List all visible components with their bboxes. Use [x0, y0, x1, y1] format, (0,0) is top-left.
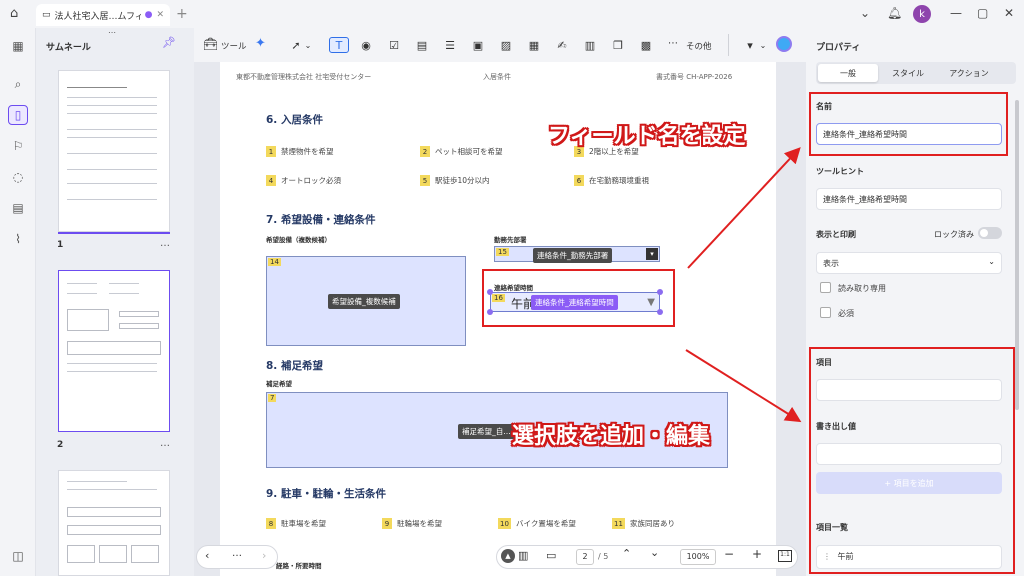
- annotation-box-name: [809, 92, 1008, 156]
- nav-more-button[interactable]: …: [232, 548, 242, 559]
- locked-toggle[interactable]: [978, 227, 1002, 239]
- zoom-out-icon[interactable]: −: [724, 547, 734, 561]
- display-select[interactable]: 表示 ⌄: [816, 252, 1002, 274]
- fit-page-icon[interactable]: 1:1: [778, 550, 792, 562]
- page-total: / 5: [598, 552, 609, 561]
- readonly-label: 読み取り専用: [838, 284, 886, 293]
- properties-scrollbar[interactable]: [1015, 100, 1019, 410]
- properties-title: プロパティ: [816, 43, 861, 53]
- tab-general[interactable]: 一般: [818, 64, 878, 82]
- required-label: 必須: [838, 309, 854, 318]
- locked-label: ロック済み: [934, 230, 974, 239]
- display-value: 表示: [823, 259, 839, 268]
- page-down-icon[interactable]: ⌄: [650, 546, 659, 559]
- tab-action[interactable]: アクション: [938, 64, 1000, 82]
- presentation-icon[interactable]: ▭: [546, 549, 556, 562]
- next-page-icon[interactable]: ›: [262, 549, 266, 562]
- tab-style[interactable]: スタイル: [878, 64, 938, 82]
- tooltip-label: ツールヒント: [816, 167, 864, 176]
- page-up-icon[interactable]: ⌃: [622, 547, 631, 560]
- page-number-input[interactable]: 2: [576, 549, 594, 565]
- chevron-down-icon: ⌄: [988, 257, 995, 266]
- display-print-label: 表示と印刷: [816, 230, 856, 239]
- arrow-to-items-section: [685, 349, 802, 423]
- arrow-to-name-field: [687, 147, 801, 269]
- required-checkbox[interactable]: [820, 307, 831, 318]
- prev-page-icon[interactable]: ‹: [205, 549, 209, 562]
- readonly-checkbox[interactable]: [820, 282, 831, 293]
- page-layout-icon[interactable]: ▥: [518, 549, 528, 562]
- zoom-level[interactable]: 100%: [680, 549, 716, 565]
- zoom-in-icon[interactable]: +: [752, 547, 762, 561]
- annotation-box-items: [809, 347, 1015, 574]
- tooltip-input[interactable]: 連絡条件_連絡希望時間: [816, 188, 1002, 210]
- scroll-up-icon[interactable]: ▲: [501, 549, 515, 563]
